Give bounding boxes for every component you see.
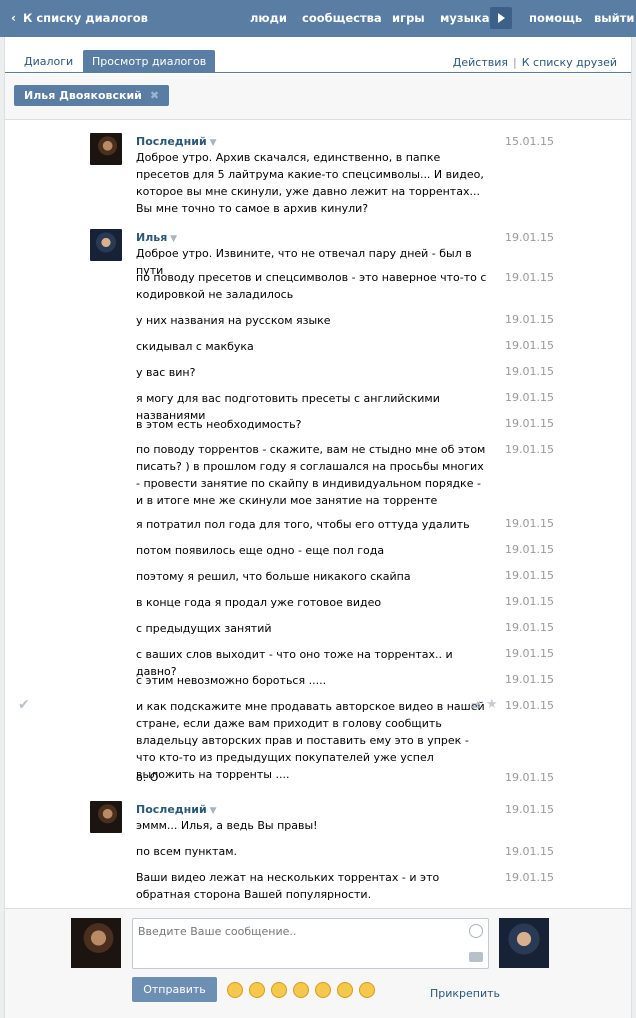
chevron-left-icon: ‹	[11, 11, 16, 25]
emoji-wink-icon[interactable]	[227, 982, 243, 998]
friends-list-link[interactable]: К списку друзей	[522, 56, 617, 69]
top-bar: ‹ К списку диалогов люди сообщества игры…	[0, 0, 636, 37]
message-history[interactable]: Последний ▼ Доброе утро. Архив скачался,…	[5, 121, 631, 908]
message-input[interactable]: Введите Ваше сообщение..	[132, 918, 489, 969]
message-text: в этом есть необходимость?	[136, 418, 302, 431]
emoji-smile-icon[interactable]	[359, 982, 375, 998]
message-date[interactable]: 19.01.15	[505, 517, 554, 530]
message-date[interactable]: 19.01.15	[505, 803, 554, 816]
message-text: по поводу пресетов и спецсимволов - это …	[136, 271, 487, 301]
message-date[interactable]: 19.01.15	[505, 871, 554, 884]
emoji-shocked-icon[interactable]	[315, 982, 331, 998]
message-date[interactable]: 19.01.15	[505, 845, 554, 858]
smile-icon[interactable]	[469, 924, 483, 938]
my-avatar[interactable]	[71, 918, 121, 968]
message-text: по поводу торрентов - скажите, вам не ст…	[136, 443, 486, 507]
play-icon[interactable]	[490, 7, 512, 29]
send-button[interactable]: Отправить	[132, 977, 217, 1002]
message-text: Доброе утро. Архив скачался, единственно…	[136, 151, 484, 215]
caret-down-icon: ▼	[167, 234, 178, 244]
camera-icon[interactable]	[469, 952, 483, 962]
peer-bar: Илья Двояковский ✖	[5, 74, 631, 120]
avatar-posledniy[interactable]	[90, 801, 122, 833]
message-date[interactable]: 19.01.15	[505, 621, 554, 634]
message-date[interactable]: 19.01.15	[505, 417, 554, 430]
message-date[interactable]: 19.01.15	[505, 699, 554, 712]
peer-name: Илья Двояковский	[24, 89, 142, 102]
tab-view-dialogs[interactable]: Просмотр диалогов	[83, 50, 216, 73]
message-date[interactable]: 19.01.15	[505, 673, 554, 686]
dialog-card: Диалоги Просмотр диалогов Действия | К спи…	[4, 37, 632, 1018]
nav-communities[interactable]: сообщества	[302, 11, 382, 25]
message-date[interactable]: 19.01.15	[505, 365, 554, 378]
caret-down-icon: ▼	[206, 806, 217, 816]
message-date[interactable]: 19.01.15	[505, 569, 554, 582]
nav-logout[interactable]: выйти	[594, 11, 634, 25]
back-to-dialogs-link[interactable]: ‹ К списку диалогов	[11, 11, 148, 25]
message-text: скидывал с макбука	[136, 340, 254, 353]
message-date[interactable]: 15.01.15	[505, 135, 554, 148]
message-text: с этим невозможно бороться .....	[136, 674, 327, 687]
caret-down-icon: ▼	[206, 138, 217, 148]
nav-help[interactable]: помощь	[529, 11, 582, 25]
message-text: о. О	[136, 771, 159, 784]
emoji-scared-icon[interactable]	[293, 982, 309, 998]
message-text: поэтому я решил, что больше никакого ска…	[136, 570, 411, 583]
message-date[interactable]: 19.01.15	[505, 443, 554, 456]
link-separator: |	[513, 56, 517, 69]
nav-music[interactable]: музыка	[440, 11, 490, 25]
tab-dialogs[interactable]: Диалоги	[15, 50, 82, 73]
message-text: с предыдущих занятий	[136, 622, 272, 635]
star-icon[interactable]: ★	[486, 697, 498, 712]
message-text: эммм... Илья, а ведь Вы правы!	[136, 819, 318, 832]
peer-chip[interactable]: Илья Двояковский ✖	[14, 85, 170, 106]
message-text: у них названия на русском языке	[136, 314, 331, 327]
message-date[interactable]: 19.01.15	[505, 595, 554, 608]
message-author[interactable]: Илья ▼	[136, 231, 177, 244]
emoji-angry-icon[interactable]	[271, 982, 287, 998]
peer-avatar[interactable]	[499, 918, 549, 968]
forward-icon[interactable]: ⇄	[471, 699, 480, 712]
message-date[interactable]: 19.01.15	[505, 231, 554, 244]
back-label: К списку диалогов	[22, 11, 148, 25]
close-icon[interactable]: ✖	[150, 85, 159, 106]
compose-area: Введите Ваше сообщение.. Отправить Прикр…	[5, 908, 631, 1018]
message-author[interactable]: Последний ▼	[136, 135, 217, 148]
message-date[interactable]: 19.01.15	[505, 391, 554, 404]
tab-bar: Диалоги Просмотр диалогов Действия | К спи…	[5, 37, 631, 73]
check-icon[interactable]: ✔	[18, 697, 30, 713]
emoji-dizzy-icon[interactable]	[337, 982, 353, 998]
actions-link[interactable]: Действия	[453, 56, 508, 69]
message-date[interactable]: 19.01.15	[505, 647, 554, 660]
message-date[interactable]: 19.01.15	[505, 313, 554, 326]
message-date[interactable]: 19.01.15	[505, 771, 554, 784]
right-links: Действия | К списку друзей	[453, 56, 617, 69]
avatar-posledniy[interactable]	[90, 133, 122, 165]
message-text: потом появилось еще одно - еще пол года	[136, 544, 385, 557]
message-date[interactable]: 19.01.15	[505, 543, 554, 556]
message-text: Ваши видео лежат на нескольких торрентах…	[136, 871, 440, 901]
emoji-bee-icon[interactable]	[249, 982, 265, 998]
nav-games[interactable]: игры	[392, 11, 425, 25]
nav-people[interactable]: люди	[250, 11, 287, 25]
message-text: в конце года я продал уже готовое видео	[136, 596, 382, 609]
message-date[interactable]: 19.01.15	[505, 339, 554, 352]
message-text: по всем пунктам.	[136, 845, 237, 858]
message-author[interactable]: Последний ▼	[136, 803, 217, 816]
attach-link[interactable]: Прикрепить	[430, 987, 500, 1000]
message-text: у вас вин?	[136, 366, 196, 379]
message-text: я потратил пол года для того, чтобы его …	[136, 518, 470, 531]
message-date[interactable]: 19.01.15	[505, 271, 554, 284]
avatar-ilya[interactable]	[90, 229, 122, 261]
message-placeholder: Введите Ваше сообщение..	[138, 925, 297, 938]
